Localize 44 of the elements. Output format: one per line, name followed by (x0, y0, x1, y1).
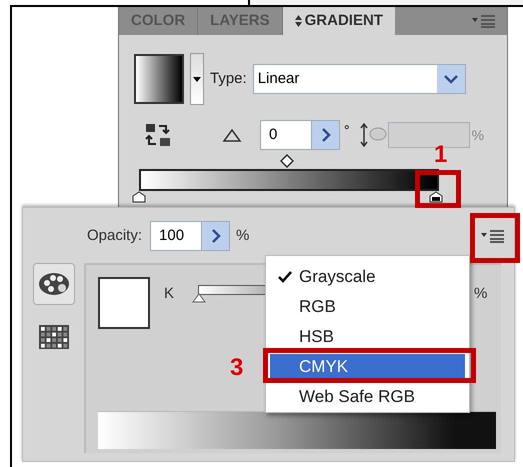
opacity-step-button[interactable] (201, 222, 230, 250)
menu-item[interactable]: Grayscale (270, 264, 465, 289)
palette-button[interactable] (33, 263, 75, 305)
swap-icon[interactable] (144, 122, 172, 148)
sort-icon (294, 15, 302, 27)
callout-box (415, 170, 461, 208)
panel-tab[interactable]: GRADIENT (282, 7, 395, 35)
type-select[interactable]: Linear (252, 64, 466, 94)
gradient-swatch[interactable] (134, 54, 184, 104)
opacity-field[interactable]: 100 (150, 221, 230, 251)
panel-menu-icon[interactable] (471, 14, 497, 28)
percent-label: % (474, 284, 488, 304)
channel-label: K (164, 284, 174, 304)
callout-number: 3 (230, 353, 244, 383)
aspect-ratio-icon (360, 122, 388, 148)
degree-symbol: ° (344, 121, 350, 140)
menu-item[interactable]: Web Safe RGB (270, 384, 465, 409)
angle-icon (222, 128, 242, 142)
angle-field[interactable]: 0 (260, 120, 340, 150)
color-spectrum-bar[interactable] (98, 411, 496, 449)
callout-box (470, 213, 520, 263)
color-swatch[interactable] (98, 277, 150, 329)
chevron-down-icon (444, 74, 458, 84)
check-icon (278, 270, 292, 282)
menu-item[interactable]: HSB (270, 324, 465, 349)
slider-thumb[interactable] (192, 293, 206, 303)
caret-icon (193, 76, 201, 82)
percent-label: % (472, 126, 484, 144)
swatch-dropdown[interactable] (190, 53, 204, 105)
angle-step-button[interactable] (311, 121, 339, 149)
gradient-slider-bar[interactable] (139, 169, 439, 191)
gradient-stop-icon[interactable] (132, 191, 146, 203)
menu-item[interactable]: RGB (270, 294, 465, 319)
chevron-right-icon (210, 229, 221, 243)
gradient-stop-icon[interactable] (429, 191, 443, 203)
type-label: Type: (210, 68, 247, 89)
percent-label: % (236, 226, 250, 246)
callout-number: 1 (434, 140, 448, 170)
grid-icon[interactable] (39, 325, 69, 349)
chevron-right-icon (320, 128, 330, 142)
palette-icon (38, 271, 70, 297)
opacity-label: Opacity: (87, 226, 142, 246)
menu-item[interactable]: CMYK (270, 354, 465, 379)
panel-menu-icon[interactable] (480, 229, 506, 243)
